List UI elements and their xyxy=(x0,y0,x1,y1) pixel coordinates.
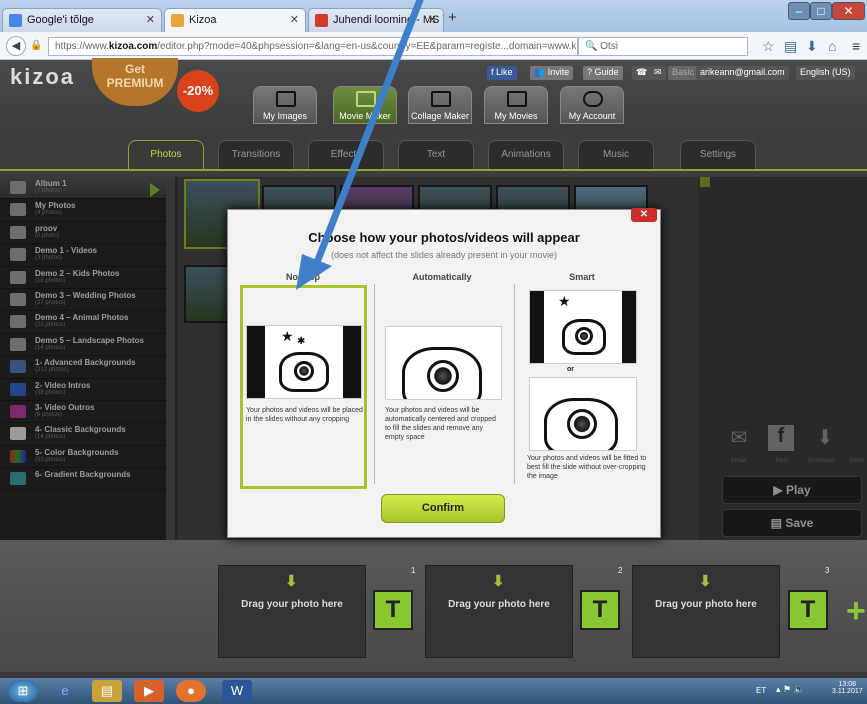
search-field[interactable]: 🔍 Otsi xyxy=(578,37,748,56)
slot-number: 1 xyxy=(411,566,416,575)
tab-animations[interactable]: Animations xyxy=(488,140,564,170)
tab-settings[interactable]: Settings xyxy=(680,140,756,170)
camera-mascot-icon xyxy=(544,398,618,450)
smart-description: Your photos and videos will be fitted to… xyxy=(527,455,647,480)
tab-text[interactable]: Text xyxy=(398,140,474,170)
minimize-button[interactable]: – xyxy=(788,2,810,20)
kizoa-favicon-icon xyxy=(171,14,184,27)
input-language[interactable]: ET xyxy=(756,686,766,695)
account-icon xyxy=(583,91,603,107)
nav-my-images[interactable]: My Images xyxy=(253,86,317,124)
film-icon xyxy=(507,91,527,107)
phone-icon[interactable]: ☎ xyxy=(632,66,652,80)
discount-badge[interactable]: -20% xyxy=(177,70,219,112)
plan-badge: Basic xyxy=(668,66,699,80)
media-player-icon[interactable]: ▶ xyxy=(134,680,164,702)
automatically-description: Your photos and videos will be automatic… xyxy=(385,407,496,441)
home-icon[interactable]: ⌂ xyxy=(828,38,836,54)
firefox-icon[interactable]: ● xyxy=(176,680,206,702)
tray-icons[interactable]: ▴ ⚑ 🔈 xyxy=(776,684,805,695)
browser-tab-kizoa[interactable]: Kizoa ✕ xyxy=(164,8,306,32)
dialog-subtitle: (does not affect the slides already pres… xyxy=(331,250,557,260)
text-slide-button[interactable]: T xyxy=(788,590,828,630)
no-crop-description: Your photos and videos will be placed in… xyxy=(246,407,363,423)
guide-button[interactable]: ? Guide xyxy=(583,66,623,80)
url-bar[interactable]: https://www.kizoa.com/editor.php?mode=40… xyxy=(48,37,578,56)
add-slide-icon[interactable]: + xyxy=(846,592,866,631)
tab-underline xyxy=(0,169,867,171)
start-button-icon[interactable]: ⊞ xyxy=(8,680,38,702)
kizoa-logo[interactable]: kizoa xyxy=(10,64,75,90)
back-icon[interactable]: ◀ xyxy=(6,36,26,56)
drop-arrow-icon: ⬇ xyxy=(492,573,505,590)
download-icon[interactable]: ⬇ xyxy=(806,38,818,55)
drop-arrow-icon: ⬇ xyxy=(285,573,298,590)
account-email[interactable]: arikeann@gmail.com xyxy=(696,66,789,80)
internet-explorer-icon[interactable]: e xyxy=(50,680,80,702)
word-icon[interactable]: W xyxy=(222,680,252,702)
windows-taskbar xyxy=(0,678,867,704)
file-explorer-icon[interactable]: ▤ xyxy=(92,680,122,702)
camera-mascot-icon xyxy=(279,352,329,392)
or-label: or xyxy=(567,366,574,373)
star-icon: ★ xyxy=(281,328,294,344)
slot-number: 2 xyxy=(618,566,623,575)
invite-button[interactable]: 👥 Invite xyxy=(530,66,574,80)
confirm-button[interactable]: Confirm xyxy=(381,494,505,523)
nav-my-movies[interactable]: My Movies xyxy=(484,86,548,124)
star-icon: ★ xyxy=(558,293,571,309)
bookmark-star-icon[interactable]: ☆ xyxy=(762,38,775,55)
camera-mascot-icon xyxy=(402,347,482,399)
dialog-title: Choose how your photos/videos will appea… xyxy=(308,230,580,245)
camera-mascot-icon xyxy=(562,319,606,355)
mail-icon[interactable]: ✉ xyxy=(650,66,666,80)
text-slide-button[interactable]: T xyxy=(373,590,413,630)
youtube-favicon-icon xyxy=(315,14,328,27)
close-tab-icon[interactable]: ✕ xyxy=(146,13,155,26)
option-label-smart: Smart xyxy=(569,272,595,282)
new-tab-button[interactable]: + xyxy=(448,9,457,26)
movie-maker-icon xyxy=(356,91,376,107)
collage-icon xyxy=(431,91,451,107)
close-tab-icon[interactable]: ✕ xyxy=(428,13,437,26)
facebook-like-button[interactable]: f Like xyxy=(487,66,517,80)
browser-tab-ms-word[interactable]: Juhendi loomine - MS Wor... ✕ xyxy=(308,8,444,32)
tab-transitions[interactable]: Transitions xyxy=(218,140,294,170)
star-icon: ✱ xyxy=(297,336,306,347)
google-translate-favicon-icon xyxy=(9,14,22,27)
maximize-button[interactable]: □ xyxy=(810,2,832,20)
text-slide-button[interactable]: T xyxy=(580,590,620,630)
images-icon xyxy=(276,91,296,107)
dialog-close-button[interactable]: ✕ xyxy=(631,208,657,222)
tab-photos[interactable]: Photos xyxy=(128,140,204,170)
language-select[interactable]: English (US) xyxy=(796,66,855,80)
option-label-no-crop: No crop xyxy=(285,272,320,282)
reading-list-icon[interactable]: ▤ xyxy=(784,38,797,55)
option-label-automatically: Automatically xyxy=(412,272,472,282)
auto-crop-illustration[interactable] xyxy=(385,326,502,400)
browser-tab-google-translate[interactable]: Google'i tõlge ✕ xyxy=(2,8,162,32)
timeline-slot[interactable]: ⬇ Drag your photo here xyxy=(218,565,366,658)
smart-fit-illustration-alt[interactable] xyxy=(529,377,637,451)
window-close-button[interactable]: ✕ xyxy=(832,2,865,20)
nav-movie-maker[interactable]: Movie Maker xyxy=(333,86,397,124)
smart-fit-illustration[interactable]: ★ xyxy=(529,290,637,364)
no-crop-illustration: ★ ✱ xyxy=(246,325,362,399)
nav-my-account[interactable]: My Account xyxy=(560,86,624,124)
nav-collage-maker[interactable]: Collage Maker xyxy=(408,86,472,124)
drop-arrow-icon: ⬇ xyxy=(699,573,712,590)
tab-music[interactable]: Music xyxy=(578,140,654,170)
site-info-icon[interactable]: 🔒 xyxy=(30,40,42,51)
column-divider xyxy=(514,284,515,484)
slot-number: 3 xyxy=(825,566,830,575)
timeline-slot[interactable]: ⬇ Drag your photo here xyxy=(425,565,573,658)
tab-effects[interactable]: Effects xyxy=(308,140,384,170)
clock[interactable]: 13:08 3.11.2017 xyxy=(832,681,863,695)
column-divider xyxy=(374,284,375,484)
menu-icon[interactable]: ≡ xyxy=(852,38,860,54)
close-tab-icon[interactable]: ✕ xyxy=(290,13,299,26)
timeline-slot[interactable]: ⬇ Drag your photo here xyxy=(632,565,780,658)
